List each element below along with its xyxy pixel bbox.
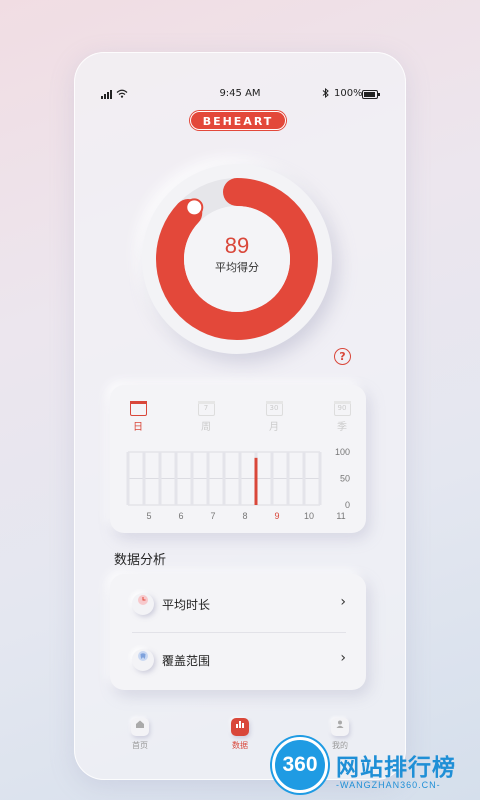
bar-slot <box>302 452 306 505</box>
bar-slot <box>142 452 146 505</box>
analysis-card: 平均时长 › 覆盖范围 › <box>110 574 366 690</box>
average-score-label: 平均得分 <box>215 261 259 274</box>
chevron-right-icon: › <box>340 594 346 610</box>
x-tick-label: 10 <box>304 511 314 521</box>
battery-percent: 100% <box>334 88 363 99</box>
y-tick-label: 0 <box>345 500 350 510</box>
divider <box>132 632 346 633</box>
bar-slot <box>126 452 130 505</box>
analysis-title: 数据分析 <box>114 553 167 568</box>
gauge-knob <box>185 198 204 217</box>
x-tick-label: 5 <box>146 511 151 521</box>
watermark-text: 网站排行榜 <box>336 755 456 781</box>
bar-slot <box>174 452 178 505</box>
avg-duration-label: 平均时长 <box>162 598 211 612</box>
bar-slot <box>318 452 322 505</box>
bar-slot <box>270 452 274 505</box>
avg-duration-row[interactable]: 平均时长 › <box>132 590 346 620</box>
nav-profile[interactable]: 我的 <box>320 718 360 751</box>
chart-icon <box>231 718 249 736</box>
y-tick-label: 100 <box>335 447 350 457</box>
bar-slot <box>206 452 210 505</box>
nav-home-label: 首页 <box>132 741 148 750</box>
chart-card: 日 7 周 30 月 90 季 5 6 7 8 9 10 11 100 50 0 <box>110 385 366 533</box>
x-tick-label: 9 <box>274 511 279 521</box>
bar-slot <box>190 452 194 505</box>
bluetooth-icon <box>322 87 329 101</box>
y-tick-label: 50 <box>340 474 350 484</box>
bar <box>254 457 258 505</box>
bar-slot <box>158 452 162 505</box>
battery-icon <box>362 90 380 99</box>
user-icon <box>331 718 349 736</box>
x-tick-label: 11 <box>336 511 345 521</box>
coverage-row[interactable]: 覆盖范围 › <box>132 646 346 676</box>
home-icon <box>131 718 149 736</box>
clock-icon <box>132 593 154 615</box>
help-icon[interactable]: ? <box>334 348 351 365</box>
watermark-badge: 360 <box>272 737 328 793</box>
nav-data-label: 数据 <box>232 741 248 750</box>
tooth-icon <box>132 649 154 671</box>
average-score-value: 89 <box>224 233 250 258</box>
watermark-sub: -WANGZHAN360.CN- <box>336 780 441 790</box>
daily-bar-chart: 5 6 7 8 9 10 11 100 50 0 <box>126 447 350 521</box>
coverage-label: 覆盖范围 <box>162 654 211 668</box>
status-bar: 9:45 AM 100% <box>0 87 480 102</box>
nav-home[interactable]: 首页 <box>120 718 160 751</box>
status-time: 9:45 AM <box>219 88 261 99</box>
brand-logo: BEHEART <box>190 111 286 130</box>
bar-slot <box>286 452 290 505</box>
chevron-right-icon: › <box>340 650 346 666</box>
x-tick-label: 7 <box>210 511 215 521</box>
x-tick-label: 6 <box>178 511 183 521</box>
bar-slot <box>238 452 242 505</box>
x-tick-label: 8 <box>242 511 247 521</box>
nav-data[interactable]: 数据 <box>220 718 260 751</box>
bar-slot <box>222 452 226 505</box>
